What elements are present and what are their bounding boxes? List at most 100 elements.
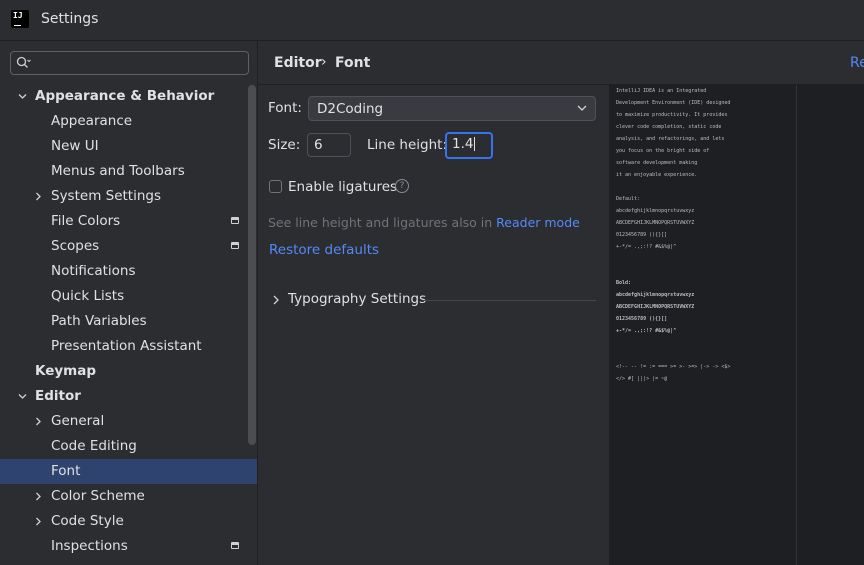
size-value: 6 (314, 137, 323, 153)
font-preview-editor[interactable]: IntelliJ IDEA is an Integrated Developmen… (609, 85, 864, 565)
sidebar-item[interactable]: Color Scheme (0, 484, 257, 509)
intellij-logo-icon: IJ (11, 10, 29, 28)
sidebar-item-label: Inspections (51, 538, 128, 554)
preview-line: <!-- -- != := === >= >- >=> |-> -> <$> (616, 364, 731, 370)
sidebar-item[interactable]: File Colors (0, 209, 257, 234)
sidebar-item[interactable]: Editor (0, 384, 257, 409)
preview-line: ABCDEFGHIJKLMNOPQRSTUVWXYZ (616, 220, 695, 226)
title-bar: IJ Settings (0, 0, 864, 41)
font-label: Font: (268, 100, 302, 116)
sidebar-item[interactable]: Code Editing (0, 434, 257, 459)
reader-mode-link[interactable]: Reader mode (496, 215, 580, 230)
right-margin-guide (796, 85, 797, 565)
breadcrumb: Editor › Font Re (258, 41, 864, 85)
ligatures-label[interactable]: Enable ligatures (288, 179, 397, 195)
sidebar-item-label: Scopes (51, 238, 100, 254)
sidebar-item[interactable]: Scopes (0, 234, 257, 259)
line-height-field[interactable]: 1.4 (445, 132, 493, 159)
ligatures-checkbox[interactable] (269, 180, 282, 193)
sidebar-item-label: Keymap (35, 363, 97, 379)
preview-line: 0123456789 (){}[] (616, 316, 668, 322)
preview-line: analysis, and refactorings, and lets (616, 136, 725, 142)
settings-sidebar: Appearance & Behavior Appearance New UI Men… (0, 41, 257, 565)
chevron-right-icon[interactable] (34, 417, 43, 426)
preview-line: 0123456789 (){}[] (616, 232, 668, 238)
search-input[interactable] (10, 51, 249, 75)
preview-line: IntelliJ IDEA is an Integrated (616, 88, 707, 94)
size-field[interactable]: 6 (307, 133, 351, 157)
chevron-down-icon[interactable] (18, 392, 27, 401)
sidebar-item-label: Appearance & Behavior (35, 88, 215, 104)
breadcrumb-current: Font (335, 55, 371, 71)
window-badge-icon (231, 242, 239, 249)
sidebar-item-label: System Settings (51, 188, 162, 204)
preview-line: you focus on the bright side of (616, 148, 710, 154)
sidebar-item[interactable]: Notifications (0, 259, 257, 284)
reader-mode-hint: See line height and ligatures also in Re… (268, 215, 580, 230)
font-dropdown-value: D2Coding (317, 101, 384, 117)
chevron-right-icon[interactable] (34, 192, 43, 201)
preview-line: +-*/= .,;:!? #&$%@|^ (616, 244, 677, 250)
sidebar-item-label: Path Variables (51, 313, 147, 329)
sidebar-item[interactable]: New UI (0, 134, 257, 159)
sidebar-item[interactable]: Code Style (0, 509, 257, 534)
help-icon[interactable]: ? (395, 179, 409, 193)
sidebar-item[interactable]: Path Variables (0, 309, 257, 334)
sidebar-item-label: New UI (51, 138, 99, 154)
section-divider (424, 300, 596, 301)
breadcrumb-parent[interactable]: Editor (274, 55, 322, 71)
sidebar-item-label: Appearance (51, 113, 133, 129)
preview-line: </> #[ |||> |= ~@ (616, 376, 668, 382)
sidebar-item[interactable]: Inspections (0, 534, 257, 559)
hint-text: See line height and ligatures also in (268, 215, 497, 230)
sidebar-item-label: General (51, 413, 105, 429)
chevron-down-icon[interactable] (18, 92, 27, 101)
sidebar-item-label: Presentation Assistant (51, 338, 202, 354)
sidebar-item[interactable]: Appearance (0, 109, 257, 134)
sidebar-item[interactable]: Font (0, 459, 257, 484)
search-icon (16, 56, 31, 68)
sidebar-item-label: Editor (35, 388, 81, 404)
chevron-right-icon[interactable] (34, 492, 43, 501)
sidebar-item-label: Quick Lists (51, 288, 125, 304)
sidebar-item[interactable]: Quick Lists (0, 284, 257, 309)
preview-line: abcdefghijklmnopqrstuvwxyz (616, 208, 695, 214)
breadcrumb-separator: › (321, 54, 327, 70)
sidebar-item[interactable]: Presentation Assistant (0, 334, 257, 359)
sidebar-item[interactable]: System Settings (0, 184, 257, 209)
preview-line: Development Environment (IDE) designed (616, 100, 731, 106)
window-badge-icon (231, 217, 239, 224)
sidebar-item-label: Menus and Toolbars (51, 163, 185, 179)
preview-line: abcdefghijklmnopqrstuvwxyz (616, 292, 695, 298)
window-title: Settings (41, 11, 99, 27)
chevron-right-icon[interactable] (272, 295, 280, 305)
sidebar-item[interactable]: General (0, 409, 257, 434)
preview-line: ABCDEFGHIJKLMNOPQRSTUVWXYZ (616, 304, 695, 310)
sidebar-item-label: Color Scheme (51, 488, 145, 504)
restore-defaults-link[interactable]: Restore defaults (269, 242, 379, 258)
sidebar-scrollbar[interactable] (248, 85, 256, 445)
preview-line: to maximize productivity. It provides (616, 112, 728, 118)
line-height-label: Line height: (367, 137, 448, 153)
window-badge-icon (231, 542, 239, 549)
preview-line: Default: (616, 196, 641, 202)
sidebar-item-label: Code Style (51, 513, 124, 529)
chevron-down-icon (577, 105, 587, 111)
sidebar-item-label: Code Editing (51, 438, 137, 454)
preview-line: it an enjoyable experience. (616, 172, 698, 178)
sidebar-item[interactable]: Menus and Toolbars (0, 159, 257, 184)
sidebar-item[interactable]: Keymap (0, 359, 257, 384)
sidebar-item[interactable]: Appearance & Behavior (0, 84, 257, 109)
font-settings-panel: Font: D2Coding Size: 6 Line height: 1.4 … (258, 85, 609, 565)
app-icon-text: IJ (13, 11, 23, 20)
typography-settings-section[interactable]: Typography Settings (288, 291, 426, 307)
chevron-right-icon[interactable] (34, 517, 43, 526)
line-height-value: 1.4 (452, 136, 474, 152)
reset-link[interactable]: Re (850, 55, 864, 71)
preview-line: clever code completion, static code (616, 124, 722, 130)
sidebar-item-label: Font (51, 463, 81, 479)
preview-line: software development making (616, 160, 698, 166)
sidebar-item-label: Notifications (51, 263, 136, 279)
preview-line: Bold: (616, 280, 632, 286)
font-dropdown[interactable]: D2Coding (308, 96, 596, 121)
